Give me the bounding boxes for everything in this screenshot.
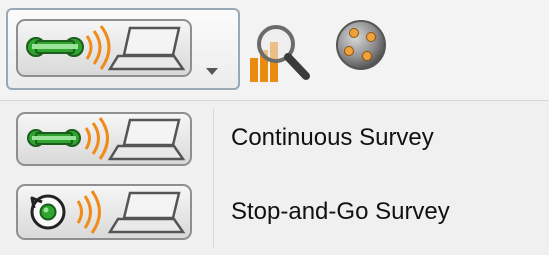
toolbar [0, 0, 549, 96]
menu-item-stop-and-go-survey[interactable]: Stop-and-Go Survey [0, 180, 549, 244]
chart-search-icon[interactable] [246, 16, 316, 86]
continuous-survey-icon [16, 112, 192, 166]
survey-mode-dropdown[interactable] [6, 8, 240, 90]
menu-divider [0, 100, 549, 101]
satellite-globe-icon[interactable] [334, 18, 388, 72]
menu-item-continuous-survey[interactable]: Continuous Survey [0, 106, 549, 170]
stop-and-go-survey-icon [16, 184, 192, 240]
survey-mode-menu: Continuous Survey Stop-and-Go Survey [0, 100, 549, 255]
chevron-down-icon[interactable] [206, 68, 218, 75]
menu-item-label: Continuous Survey [231, 124, 434, 151]
menu-item-label: Stop-and-Go Survey [231, 198, 450, 225]
continuous-survey-icon [16, 19, 192, 77]
